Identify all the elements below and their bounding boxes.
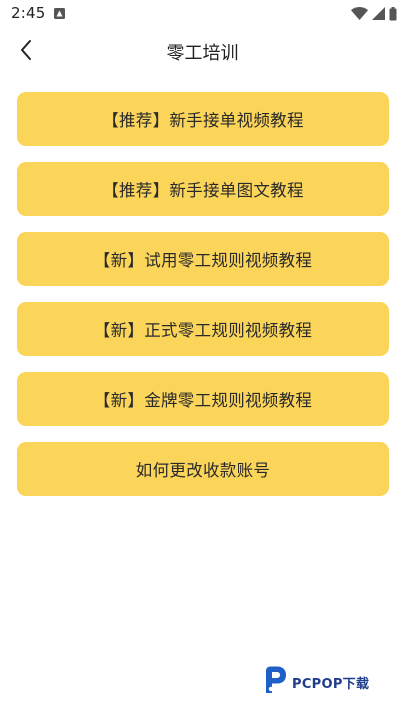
title-bar: 零工培训 [0, 28, 405, 76]
page-title: 零工培训 [166, 43, 239, 64]
watermark: PCPOP下载 [262, 666, 369, 698]
signal-icon [372, 7, 385, 20]
battery-icon [389, 6, 397, 21]
menu-item-formal-rules-video[interactable]: 【新】正式零工规则视频教程 [17, 302, 389, 356]
status-icons [351, 6, 397, 21]
status-bar: 2:45 [0, 0, 405, 28]
menu-item-trial-rules-video[interactable]: 【新】试用零工规则视频教程 [17, 232, 389, 286]
screen: 2:45 零工培训 【推荐】新手接单视频教程 【推荐】新手接单图文教程 【新】试… [0, 0, 405, 720]
menu-item-newbie-graphic-tutorial[interactable]: 【推荐】新手接单图文教程 [17, 162, 389, 216]
watermark-text: PCPOP下载 [292, 676, 370, 692]
pcpop-logo-icon [262, 665, 288, 699]
app-notification-icon [54, 8, 65, 19]
menu-item-change-payment-account[interactable]: 如何更改收款账号 [17, 442, 389, 496]
menu-item-newbie-video-tutorial[interactable]: 【推荐】新手接单视频教程 [17, 92, 389, 146]
wifi-icon [351, 7, 368, 20]
training-menu: 【推荐】新手接单视频教程 【推荐】新手接单图文教程 【新】试用零工规则视频教程 … [17, 92, 389, 512]
menu-item-gold-rules-video[interactable]: 【新】金牌零工规则视频教程 [17, 372, 389, 426]
status-time: 2:45 [11, 4, 46, 22]
